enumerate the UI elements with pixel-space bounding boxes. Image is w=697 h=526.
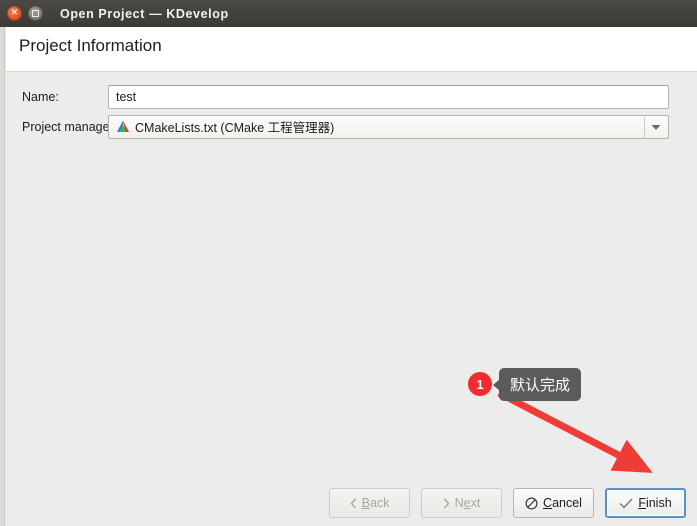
- name-label: Name:: [22, 89, 59, 104]
- finish-button-mnemonic: F: [638, 496, 646, 510]
- back-button-mnemonic: B: [361, 496, 370, 510]
- form-row-name: Name: test: [0, 84, 697, 109]
- page-title: Project Information: [19, 36, 162, 55]
- chevron-left-icon: [350, 498, 357, 509]
- project-manager-label-cell: Project manager:: [0, 118, 117, 136]
- dialog-body: Project Information Name: test Project m…: [0, 27, 697, 526]
- annotation-tooltip: 默认完成: [492, 368, 582, 401]
- no-entry-icon: [525, 496, 538, 510]
- cancel-button[interactable]: Cancel: [513, 488, 594, 518]
- project-manager-value: CMakeLists.txt (CMake 工程管理器): [135, 121, 335, 135]
- cancel-button-label-rest: ancel: [552, 496, 582, 510]
- check-icon: [619, 498, 633, 509]
- finish-button-label-rest: inish: [645, 496, 672, 510]
- project-manager-combobox[interactable]: CMakeLists.txt (CMake 工程管理器): [108, 114, 669, 139]
- cancel-button-mnemonic: C: [543, 496, 553, 510]
- maximize-icon[interactable]: [28, 6, 43, 21]
- window-title: Open Project — KDevelop: [60, 6, 229, 21]
- close-glyph: ✕: [10, 8, 19, 18]
- open-project-dialog-window: ✕ Open Project — KDevelop Project Inform…: [0, 0, 697, 526]
- finish-button[interactable]: Finish: [605, 488, 686, 518]
- dialog-header-band: Project Information: [6, 27, 697, 72]
- next-button-label-pre: N: [454, 496, 464, 510]
- close-icon[interactable]: ✕: [7, 6, 22, 21]
- form-row-project-manager: Project manager: CMakeLists.txt (CMake 工…: [0, 114, 697, 139]
- back-button[interactable]: Back: [329, 488, 410, 518]
- project-manager-label: Project manager:: [22, 119, 118, 134]
- back-button-label-rest: ack: [369, 496, 390, 510]
- cmake-triangle-icon: [117, 120, 129, 132]
- next-button-mnemonic: e: [463, 496, 471, 510]
- name-input[interactable]: test: [108, 84, 669, 109]
- chevron-down-icon[interactable]: [644, 116, 667, 139]
- next-button[interactable]: Next: [421, 488, 502, 518]
- name-label-cell: Name:: [0, 88, 108, 106]
- next-button-label-rest: xt: [470, 496, 481, 510]
- annotation-step-badge: 1: [468, 372, 492, 396]
- window-titlebar: ✕ Open Project — KDevelop: [0, 0, 697, 27]
- maximize-glyph: [32, 10, 39, 17]
- chevron-right-icon: [443, 498, 450, 509]
- dialog-button-bar: Back Next Cancel Finish: [0, 488, 697, 526]
